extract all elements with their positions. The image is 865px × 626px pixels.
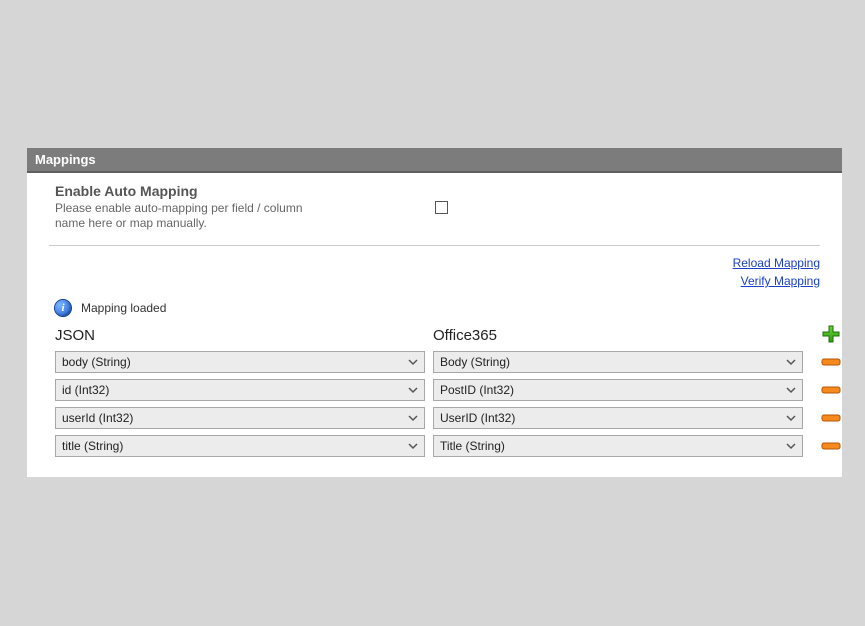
chevron-down-icon [406,439,420,453]
mapping-row: userId (Int32) UserID (Int32) [27,404,842,432]
chevron-down-icon [406,411,420,425]
json-field-select[interactable]: title (String) [55,435,425,457]
json-field-value: id (Int32) [62,383,109,397]
json-field-select[interactable]: body (String) [55,351,425,373]
office365-field-select[interactable]: PostID (Int32) [433,379,803,401]
office365-field-value: Title (String) [440,439,505,453]
json-field-value: userId (Int32) [62,411,133,425]
chevron-down-icon [784,355,798,369]
left-column-title: JSON [55,327,425,344]
enable-auto-mapping-checkbox[interactable] [435,201,448,214]
remove-mapping-icon[interactable] [821,441,841,451]
reload-mapping-link[interactable]: Reload Mapping [49,256,820,270]
chevron-down-icon [406,383,420,397]
mapping-row: title (String) Title (String) [27,432,842,477]
office365-field-value: PostID (Int32) [440,383,514,397]
info-icon [55,300,71,316]
chevron-down-icon [784,383,798,397]
office365-field-value: UserID (Int32) [440,411,515,425]
enable-auto-mapping-section: Enable Auto Mapping Please enable auto-m… [49,173,820,246]
mapping-links: Reload Mapping Verify Mapping [27,246,842,294]
mappings-panel: Mappings Enable Auto Mapping Please enab… [27,148,842,477]
right-column-title: Office365 [433,327,803,344]
remove-mapping-icon[interactable] [821,385,841,395]
json-field-select[interactable]: id (Int32) [55,379,425,401]
chevron-down-icon [784,439,798,453]
enable-description: Please enable auto-mapping per field / c… [55,201,335,231]
add-mapping-icon[interactable] [821,324,841,344]
enable-title: Enable Auto Mapping [55,183,435,199]
json-field-select[interactable]: userId (Int32) [55,407,425,429]
office365-field-select[interactable]: Body (String) [433,351,803,373]
mapping-headers: JSON Office365 [27,324,842,348]
office365-field-select[interactable]: Title (String) [433,435,803,457]
office365-field-select[interactable]: UserID (Int32) [433,407,803,429]
chevron-down-icon [784,411,798,425]
mapping-row: id (Int32) PostID (Int32) [27,376,842,404]
status-row: Mapping loaded [27,294,842,324]
status-text: Mapping loaded [81,301,166,315]
enable-text: Enable Auto Mapping Please enable auto-m… [55,183,435,231]
remove-mapping-icon[interactable] [821,357,841,367]
verify-mapping-link[interactable]: Verify Mapping [49,274,820,288]
office365-field-value: Body (String) [440,355,510,369]
enable-checkbox-wrap [435,183,815,214]
chevron-down-icon [406,355,420,369]
json-field-value: body (String) [62,355,131,369]
mapping-row: body (String) Body (String) [27,348,842,376]
remove-mapping-icon[interactable] [821,413,841,423]
panel-title: Mappings [27,148,842,173]
json-field-value: title (String) [62,439,123,453]
